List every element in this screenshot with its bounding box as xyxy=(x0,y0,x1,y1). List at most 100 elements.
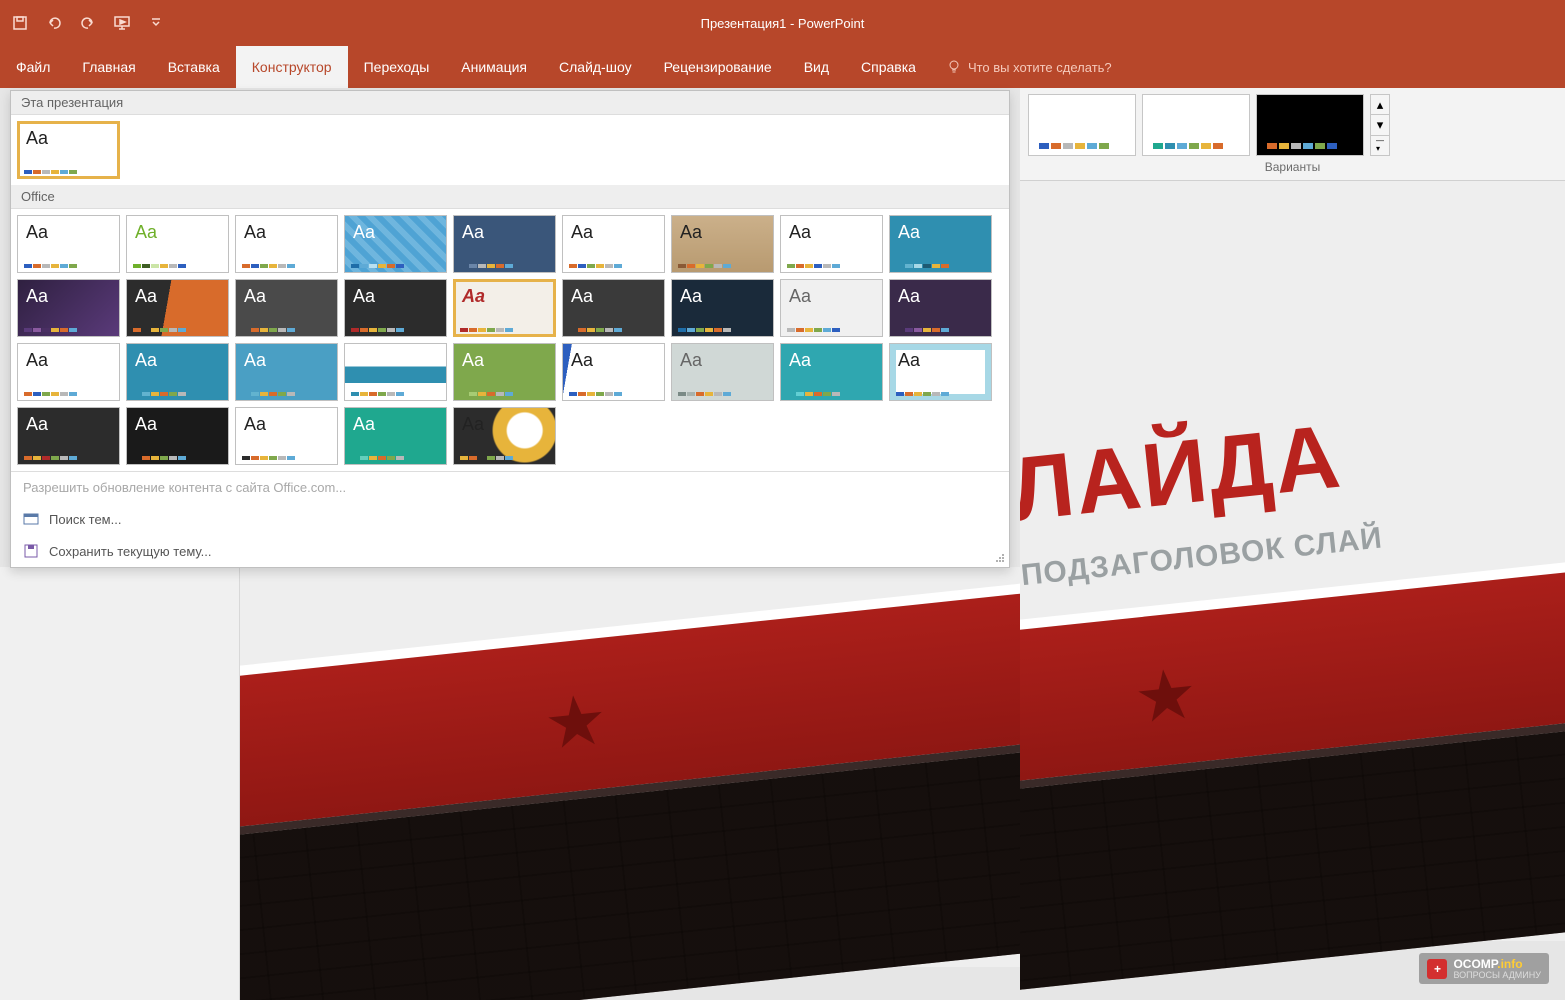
variant-thumb[interactable] xyxy=(1256,94,1364,156)
tab-review[interactable]: Рецензирование xyxy=(648,46,788,88)
office-theme-thumb[interactable]: Aa xyxy=(235,215,338,273)
variants-more-button[interactable]: —▾ xyxy=(1371,136,1389,155)
office-theme-thumb[interactable]: Aa xyxy=(562,215,665,273)
color-swatch xyxy=(133,456,186,460)
office-theme-thumb[interactable]: Aa xyxy=(562,343,665,401)
color-swatch xyxy=(24,456,77,460)
star-icon: ★ xyxy=(1130,652,1201,740)
office-theme-thumb[interactable]: Aa xyxy=(453,279,556,337)
office-theme-thumb[interactable]: Aa xyxy=(344,407,447,465)
color-swatch xyxy=(242,328,295,332)
office-theme-thumb[interactable]: Aa xyxy=(889,279,992,337)
save-button[interactable] xyxy=(10,13,30,33)
tab-design[interactable]: Конструктор xyxy=(236,46,348,88)
resize-grip-icon[interactable] xyxy=(995,553,1005,563)
office-theme-thumb[interactable]: Aa xyxy=(126,279,229,337)
variants-down-button[interactable]: ▾ xyxy=(1371,115,1389,135)
color-swatch xyxy=(569,328,622,332)
office-theme-thumb[interactable]: Aa xyxy=(453,343,556,401)
theme-aa-label: Aa xyxy=(462,286,485,307)
this-presentation-row: Aa xyxy=(11,115,1009,185)
theme-aa-label: Aa xyxy=(135,222,157,243)
tab-transitions[interactable]: Переходы xyxy=(348,46,446,88)
theme-aa-label: Aa xyxy=(898,350,920,371)
color-swatch xyxy=(678,264,731,268)
section-this-presentation: Эта презентация xyxy=(11,91,1009,115)
theme-aa-label: Aa xyxy=(26,350,48,371)
office-theme-thumb[interactable]: Aa xyxy=(562,279,665,337)
office-theme-thumb[interactable]: Aa xyxy=(671,343,774,401)
variants-row: ▴▾—▾ xyxy=(1028,94,1557,156)
variant-thumb[interactable] xyxy=(1142,94,1250,156)
office-theme-thumb[interactable]: Aa xyxy=(235,279,338,337)
tab-help[interactable]: Справка xyxy=(845,46,932,88)
tab-home[interactable]: Главная xyxy=(66,46,151,88)
office-theme-thumb[interactable]: Aa xyxy=(344,343,447,401)
office-theme-thumb[interactable]: Aa xyxy=(344,279,447,337)
theme-aa-label: Aa xyxy=(462,222,484,243)
color-swatch xyxy=(351,328,404,332)
office-theme-thumb[interactable]: Aa xyxy=(780,343,883,401)
color-swatch xyxy=(24,170,77,174)
office-theme-thumb[interactable]: Aa xyxy=(17,279,120,337)
theme-aa-label: Aa xyxy=(135,286,157,307)
office-theme-thumb[interactable]: Aa xyxy=(453,407,556,465)
color-swatch xyxy=(133,264,186,268)
office-theme-thumb[interactable]: Aa xyxy=(17,343,120,401)
color-swatch xyxy=(242,264,295,268)
color-swatch xyxy=(351,264,404,268)
theme-aa-label: Aa xyxy=(680,222,702,243)
quick-access-toolbar xyxy=(10,13,166,33)
color-swatch xyxy=(351,456,404,460)
slide-canvas[interactable]: К СЛАЙДА ПОДЗАГОЛОВОК СЛАЙ ★ xyxy=(1020,181,1565,1000)
office-theme-thumb[interactable]: Aa xyxy=(235,343,338,401)
browse-themes-item[interactable]: Поиск тем... xyxy=(11,503,1009,535)
office-theme-thumb[interactable]: Aa xyxy=(235,407,338,465)
office-theme-thumb[interactable]: Aa xyxy=(889,215,992,273)
color-swatch xyxy=(569,392,622,396)
theme-aa-label: Aa xyxy=(353,350,375,371)
office-theme-thumb[interactable]: Aa xyxy=(780,279,883,337)
tell-me-search[interactable]: Что вы хотите сделать? xyxy=(932,46,1126,88)
tab-insert[interactable]: Вставка xyxy=(152,46,236,88)
themes-gallery-dropdown: Эта презентация Aa Office AaAaAaAaAaAaAa… xyxy=(10,90,1010,568)
theme-aa-label: Aa xyxy=(244,222,266,243)
theme-aa-label: Aa xyxy=(353,414,375,435)
present-from-start-button[interactable] xyxy=(112,13,132,33)
theme-aa-label: Aa xyxy=(353,222,375,243)
office-theme-thumb[interactable]: Aa xyxy=(453,215,556,273)
redo-button[interactable] xyxy=(78,13,98,33)
color-swatch xyxy=(1039,143,1109,149)
color-swatch xyxy=(896,328,949,332)
themes-panel-footer: Разрешить обновление контента с сайта Of… xyxy=(11,471,1009,567)
this-theme-thumb[interactable]: Aa xyxy=(17,121,120,179)
qat-customize-button[interactable] xyxy=(146,13,166,33)
color-swatch xyxy=(133,328,186,332)
undo-button[interactable] xyxy=(44,13,64,33)
office-theme-thumb[interactable]: Aa xyxy=(344,215,447,273)
variants-up-button[interactable]: ▴ xyxy=(1371,95,1389,115)
theme-aa-label: Aa xyxy=(462,350,484,371)
office-theme-thumb[interactable]: Aa xyxy=(126,407,229,465)
tab-file[interactable]: Файл xyxy=(0,46,66,88)
slide-thumbnails-pane[interactable] xyxy=(0,567,240,1000)
tab-slideshow[interactable]: Слайд-шоу xyxy=(543,46,648,88)
office-theme-thumb[interactable]: Aa xyxy=(17,407,120,465)
office-theme-thumb[interactable]: Aa xyxy=(671,215,774,273)
variant-thumb[interactable] xyxy=(1028,94,1136,156)
theme-aa-label: Aa xyxy=(244,350,266,371)
save-current-theme-item[interactable]: Сохранить текущую тему... xyxy=(11,535,1009,567)
color-swatch xyxy=(569,264,622,268)
office-theme-thumb[interactable]: Aa xyxy=(780,215,883,273)
color-swatch xyxy=(787,392,840,396)
window-title: Презентация1 - PowerPoint xyxy=(701,16,865,31)
tab-view[interactable]: Вид xyxy=(788,46,845,88)
office-theme-thumb[interactable]: Aa xyxy=(126,343,229,401)
plus-icon: + xyxy=(1427,959,1447,979)
office-theme-thumb[interactable]: Aa xyxy=(17,215,120,273)
office-theme-thumb[interactable]: Aa xyxy=(126,215,229,273)
theme-aa-label: Aa xyxy=(898,222,920,243)
office-theme-thumb[interactable]: Aa xyxy=(889,343,992,401)
tab-animations[interactable]: Анимация xyxy=(445,46,543,88)
office-theme-thumb[interactable]: Aa xyxy=(671,279,774,337)
